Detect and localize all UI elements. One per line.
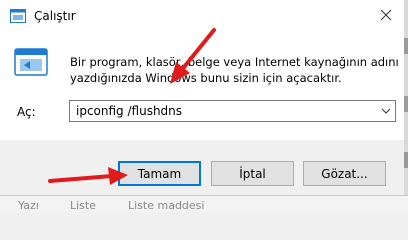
cancel-button[interactable]: İptal: [211, 161, 294, 186]
close-button[interactable]: [372, 4, 400, 28]
background-strip: Yazı Liste Liste maddesi: [0, 195, 408, 212]
description-line-1: Bir program, klasör, belge veya Internet…: [70, 55, 399, 69]
description-line-2: yazdığınızda Windows bunu sizin için aça…: [70, 71, 342, 85]
edge-mark: [404, 152, 408, 168]
dialog-content: Bir program, klasör, belge veya Internet…: [0, 32, 404, 140]
description: Bir program, klasör, belge veya Internet…: [70, 54, 400, 86]
ok-button[interactable]: Tamam: [118, 161, 201, 186]
run-dialog-icon: [14, 47, 50, 80]
strip-item: Yazı: [18, 199, 39, 212]
close-icon: [380, 9, 392, 24]
title-bar: Çalıştır: [0, 0, 404, 32]
open-input[interactable]: ipconfig /flushdns: [76, 104, 182, 118]
edge-mark: [404, 96, 408, 112]
strip-item: Liste: [70, 199, 96, 212]
chevron-down-icon[interactable]: [377, 101, 395, 121]
open-label: Aç:: [17, 105, 36, 119]
window-title: Çalıştır: [34, 9, 76, 23]
browse-button[interactable]: Gözat...: [303, 161, 386, 186]
open-combobox[interactable]: ipconfig /flushdns: [69, 100, 396, 122]
strip-item: Liste maddesi: [128, 199, 205, 212]
edge-mark: [404, 38, 408, 54]
run-dialog: Çalıştır Bir program, klasör, belge veya…: [0, 0, 404, 195]
background-window-edge: [404, 0, 408, 195]
run-icon: [10, 9, 26, 26]
